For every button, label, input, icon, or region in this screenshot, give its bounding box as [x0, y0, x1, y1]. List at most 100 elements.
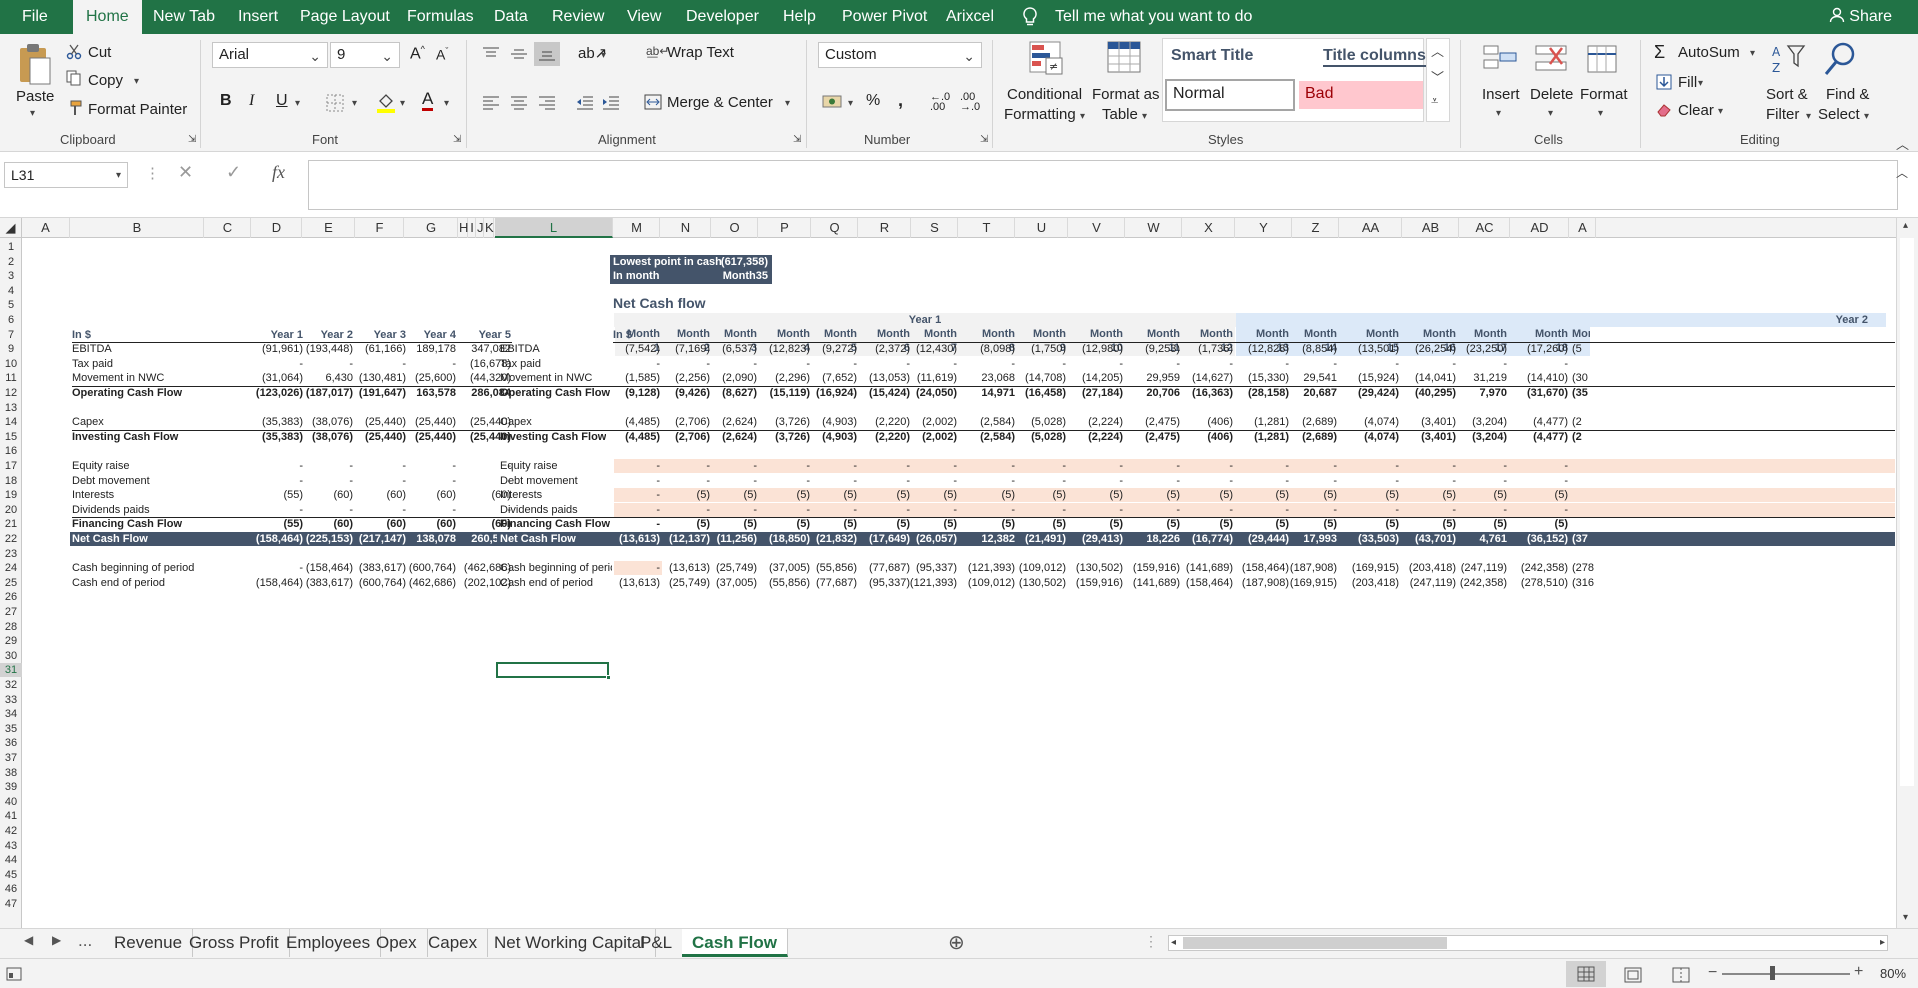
monthly-value-cell[interactable]: (2,706) — [675, 415, 710, 429]
sheet-tab[interactable]: Gross Profit — [179, 929, 290, 957]
sheet-tab[interactable]: Cash Flow — [682, 929, 789, 957]
monthly-value-cell[interactable]: (203,418) — [1409, 561, 1456, 575]
accounting-format-icon[interactable] — [822, 92, 842, 112]
column-header[interactable]: U — [1016, 218, 1068, 238]
merge-center-button[interactable]: Merge & Center — [667, 94, 773, 111]
monthly-value-cell[interactable]: (203,418) — [1352, 576, 1399, 590]
monthly-value-cell[interactable]: (21,832) — [816, 532, 857, 546]
annual-value-cell[interactable]: (35,383) — [262, 415, 303, 429]
monthly-value-cell[interactable]: - — [1062, 459, 1066, 473]
monthly-value-cell[interactable]: (159,916) — [1076, 576, 1123, 590]
monthly-value-cell[interactable]: (4,903) — [822, 415, 857, 429]
annual-value-cell[interactable]: (600,764) — [409, 561, 456, 575]
monthly-value-cell[interactable]: (3,401) — [1421, 415, 1456, 429]
monthly-value-cell[interactable]: (5) — [844, 488, 857, 502]
annual-value-cell[interactable]: (130,481) — [359, 371, 406, 385]
monthly-value-cell[interactable]: (5) — [897, 517, 910, 531]
column-header[interactable]: K — [485, 218, 494, 238]
monthly-value-cell[interactable]: 23,068 — [981, 371, 1015, 385]
row-header[interactable]: 28 — [0, 620, 22, 634]
monthly-value-cell[interactable]: (247,119) — [1461, 561, 1507, 575]
monthly-value-cell[interactable]: - — [953, 474, 957, 488]
expand-formula-bar-icon[interactable]: ︿ — [1896, 164, 1908, 181]
monthly-value-cell[interactable]: - — [1503, 459, 1507, 473]
monthly-value-cell[interactable]: (1,750) — [1031, 342, 1066, 356]
row-header[interactable]: 34 — [0, 707, 22, 721]
monthly-value-cell[interactable]: (37 — [1572, 532, 1588, 546]
monthly-value-cell[interactable]: - — [1011, 503, 1015, 517]
monthly-value-cell[interactable]: (5) — [844, 517, 857, 531]
monthly-value-cell[interactable]: (242,358) — [1521, 561, 1568, 575]
monthly-value-cell[interactable]: (33,503) — [1358, 532, 1399, 546]
monthly-value-cell[interactable]: (2,296) — [775, 371, 810, 385]
row-header[interactable]: 21 — [0, 517, 22, 531]
monthly-value-cell[interactable]: - — [1452, 459, 1456, 473]
fill-handle[interactable] — [606, 675, 611, 681]
decrease-indent-icon[interactable] — [576, 96, 594, 110]
monthly-value-cell[interactable]: 12,382 — [981, 532, 1015, 546]
row-header[interactable]: 10 — [0, 357, 22, 371]
monthly-value-cell[interactable]: - — [656, 357, 660, 371]
monthly-value-cell[interactable]: - — [1564, 474, 1568, 488]
scroll-right-icon[interactable]: ▸ — [1880, 937, 1885, 948]
monthly-value-cell[interactable]: (35 — [1572, 386, 1588, 400]
gallery-up-icon[interactable]: ︿ — [1431, 41, 1444, 60]
monthly-value-cell[interactable]: - — [753, 503, 757, 517]
monthly-value-cell[interactable]: (278 — [1572, 561, 1594, 575]
column-header[interactable]: I — [469, 218, 476, 238]
monthly-value-cell[interactable]: (9,272) — [822, 342, 857, 356]
monthly-value-cell[interactable]: (5) — [697, 517, 710, 531]
monthly-value-cell[interactable]: (24,050) — [916, 386, 957, 400]
row-header[interactable]: 33 — [0, 693, 22, 707]
monthly-value-cell[interactable]: (5) — [1555, 488, 1568, 502]
annual-value-cell[interactable]: - — [299, 357, 303, 371]
monthly-value-cell[interactable]: - — [1285, 357, 1289, 371]
monthly-value-cell[interactable]: (2,624) — [722, 430, 757, 444]
paste-icon[interactable] — [14, 42, 54, 86]
monthly-value-cell[interactable]: - — [906, 474, 910, 488]
annual-value-cell[interactable]: (60) — [436, 488, 456, 502]
column-header[interactable]: G — [405, 218, 458, 238]
column-header[interactable]: A — [1570, 218, 1596, 238]
annual-value-cell[interactable]: - — [299, 459, 303, 473]
zoom-level[interactable]: 80% — [1880, 966, 1906, 981]
annual-value-cell[interactable]: - — [299, 503, 303, 517]
annual-value-cell[interactable]: (462,686) — [409, 576, 456, 590]
column-header[interactable]: O — [712, 218, 758, 238]
monthly-value-cell[interactable]: - — [1176, 503, 1180, 517]
tell-me-search[interactable]: Tell me what you want to do — [1055, 0, 1252, 34]
row-header[interactable]: 1 — [0, 240, 22, 254]
monthly-value-cell[interactable]: (5) — [1276, 488, 1289, 502]
monthly-value-cell[interactable]: (3,726) — [775, 430, 810, 444]
monthly-value-cell[interactable]: - — [1011, 474, 1015, 488]
monthly-value-cell[interactable]: (11,256) — [717, 532, 757, 546]
monthly-value-cell[interactable]: (15,924) — [1358, 371, 1399, 385]
row-header[interactable]: 11 — [0, 371, 22, 385]
underline-button[interactable]: U — [276, 92, 288, 110]
tab-arixcel[interactable]: Arixcel — [946, 0, 994, 34]
monthly-value-cell[interactable]: - — [1011, 357, 1015, 371]
monthly-value-cell[interactable]: (5) — [797, 488, 810, 502]
monthly-value-cell[interactable]: (9,253) — [1145, 342, 1180, 356]
annual-value-cell[interactable]: (38,076) — [312, 430, 353, 444]
monthly-value-cell[interactable]: - — [1229, 503, 1233, 517]
column-header[interactable]: C — [205, 218, 251, 238]
tab-scroll-right-icon[interactable]: ▶ — [52, 933, 61, 947]
monthly-value-cell[interactable]: (5) — [944, 488, 957, 502]
monthly-value-cell[interactable]: (130,502) — [1076, 561, 1123, 575]
column-header[interactable]: E — [303, 218, 355, 238]
monthly-value-cell[interactable]: - — [1333, 459, 1337, 473]
monthly-value-cell[interactable]: (5) — [1386, 517, 1399, 531]
monthly-value-cell[interactable]: (109,012) — [968, 576, 1015, 590]
monthly-value-cell[interactable]: (158,464) — [1186, 576, 1233, 590]
row-header[interactable]: 7 — [0, 328, 22, 342]
monthly-value-cell[interactable]: (21,491) — [1025, 532, 1066, 546]
monthly-value-cell[interactable]: (16,363) — [1192, 386, 1233, 400]
monthly-value-cell[interactable]: (5) — [1220, 488, 1233, 502]
page-layout-view-icon[interactable] — [1624, 967, 1642, 983]
monthly-value-cell[interactable]: - — [1176, 357, 1180, 371]
monthly-value-cell[interactable]: (40,295) — [1415, 386, 1456, 400]
monthly-value-cell[interactable]: (242,358) — [1460, 576, 1507, 590]
annual-value-cell[interactable]: (158,464) — [256, 576, 303, 590]
monthly-value-cell[interactable]: (4,485) — [625, 415, 660, 429]
